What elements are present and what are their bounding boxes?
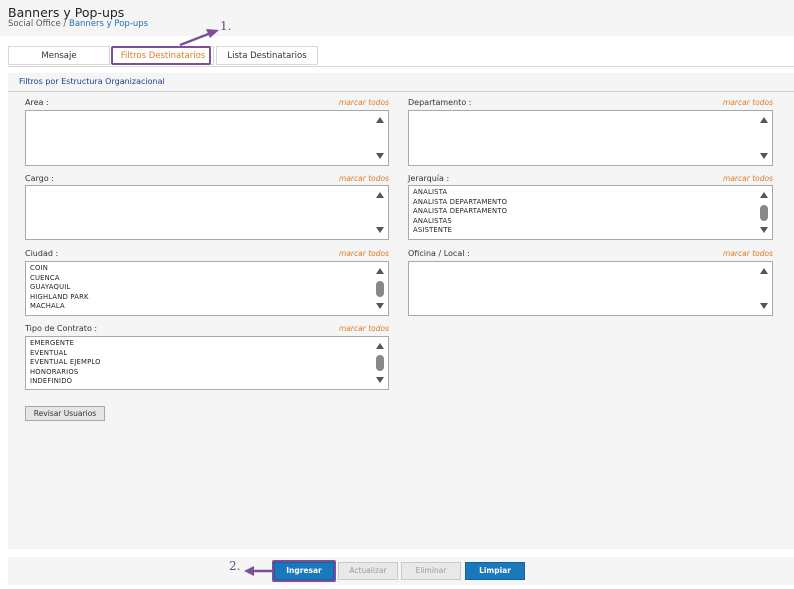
scrollbar-thumb[interactable] [376,355,384,371]
panel-header: Filtros por Estructura Organizacional [8,73,794,92]
list-item[interactable]: ANALISTA DEPARTAMENTO [413,207,507,217]
breadcrumb-separator: / [60,19,69,29]
cargo-mark-all-link[interactable]: marcar todos [330,174,389,183]
area-label: Area : [25,98,49,107]
departamento-label: Departamento : [408,98,472,107]
oficina-mark-all-link[interactable]: marcar todos [713,249,773,258]
actualizar-button[interactable]: Actualizar [338,562,398,580]
breadcrumb-current[interactable]: Banners y Pop-ups [69,19,148,29]
ciudad-items: COIN CUENCA GUAYAQUIL HIGHLAND PARK MACH… [30,264,89,312]
scroll-down-icon[interactable] [760,153,768,159]
ciudad-label: Ciudad : [25,249,59,258]
scroll-down-icon[interactable] [376,153,384,159]
scroll-up-icon[interactable] [760,117,768,123]
tab-mensaje[interactable]: Mensaje [8,46,110,65]
departamento-listbox[interactable] [408,110,773,166]
jerarquia-listbox[interactable]: ANALISTA ANALISTA DEPARTAMENTO ANALISTA … [408,185,773,240]
tipo-contrato-mark-all-link[interactable]: marcar todos [330,324,389,333]
scroll-up-icon[interactable] [376,268,384,274]
limpiar-button[interactable]: Limpiar [465,562,525,580]
scroll-up-icon[interactable] [760,192,768,198]
page-header: Banners y Pop-ups Social Office / Banner… [0,0,794,36]
scroll-up-icon[interactable] [376,343,384,349]
eliminar-button[interactable]: Eliminar [401,562,461,580]
scroll-up-icon[interactable] [376,117,384,123]
breadcrumb-root[interactable]: Social Office [8,19,61,29]
scrollbar-thumb[interactable] [376,281,384,297]
list-item[interactable]: COIN [30,264,89,274]
list-item[interactable]: EVENTUAL EJEMPLO [30,358,101,368]
cargo-listbox[interactable] [25,185,389,240]
cargo-label: Cargo : [25,174,54,183]
scroll-down-icon[interactable] [376,227,384,233]
tab-lista-destinatarios[interactable]: Lista Destinatarios [216,46,318,65]
scroll-up-icon[interactable] [760,268,768,274]
ciudad-listbox[interactable]: COIN CUENCA GUAYAQUIL HIGHLAND PARK MACH… [25,261,389,316]
list-item[interactable]: HIGHLAND PARK [30,293,89,303]
list-item[interactable]: INDEFINIDO [30,377,101,387]
list-item[interactable]: MACHALA [30,302,89,312]
list-item[interactable]: ANALISTA [413,188,507,198]
oficina-listbox[interactable] [408,261,773,316]
scroll-down-icon[interactable] [760,227,768,233]
jerarquia-items: ANALISTA ANALISTA DEPARTAMENTO ANALISTA … [413,188,507,236]
breadcrumb: Social Office / Banners y Pop-ups [8,19,148,29]
ingresar-button[interactable]: Ingresar [274,562,334,580]
panel-title: Filtros por Estructura Organizacional [19,77,165,86]
scroll-up-icon[interactable] [376,192,384,198]
scroll-down-icon[interactable] [376,303,384,309]
list-item[interactable]: ANALISTAS [413,217,507,227]
tab-divider [8,66,794,67]
list-item[interactable]: GUAYAQUIL [30,283,89,293]
tipo-contrato-items: EMERGENTE EVENTUAL EVENTUAL EJEMPLO HONO… [30,339,101,387]
area-listbox[interactable] [25,110,389,166]
list-item[interactable]: EMERGENTE [30,339,101,349]
jerarquia-label: Jerarquía : [408,174,450,183]
scroll-down-icon[interactable] [760,303,768,309]
list-item[interactable]: HONORARIOS [30,368,101,378]
tab-filtros-destinatarios[interactable]: Filtros Destinatarios [112,46,214,65]
scroll-down-icon[interactable] [376,377,384,383]
departamento-mark-all-link[interactable]: marcar todos [713,98,773,107]
page-title: Banners y Pop-ups [8,5,125,20]
ciudad-mark-all-link[interactable]: marcar todos [330,249,389,258]
tipo-contrato-label: Tipo de Contrato : [25,324,98,333]
jerarquia-mark-all-link[interactable]: marcar todos [713,174,773,183]
oficina-label: Oficina / Local : [408,249,470,258]
step-2-annotation: 2. [229,559,241,573]
scrollbar-thumb[interactable] [760,205,768,221]
list-item[interactable]: EVENTUAL [30,349,101,359]
list-item[interactable]: ASISTENTE [413,226,507,236]
list-item[interactable]: ANALISTA DEPARTAMENTO [413,198,507,208]
step-1-annotation: 1. [220,19,232,33]
area-mark-all-link[interactable]: marcar todos [330,98,389,107]
revisar-usuarios-button[interactable]: Revisar Usuarios [25,406,105,421]
tipo-contrato-listbox[interactable]: EMERGENTE EVENTUAL EVENTUAL EJEMPLO HONO… [25,336,389,390]
list-item[interactable]: CUENCA [30,274,89,284]
